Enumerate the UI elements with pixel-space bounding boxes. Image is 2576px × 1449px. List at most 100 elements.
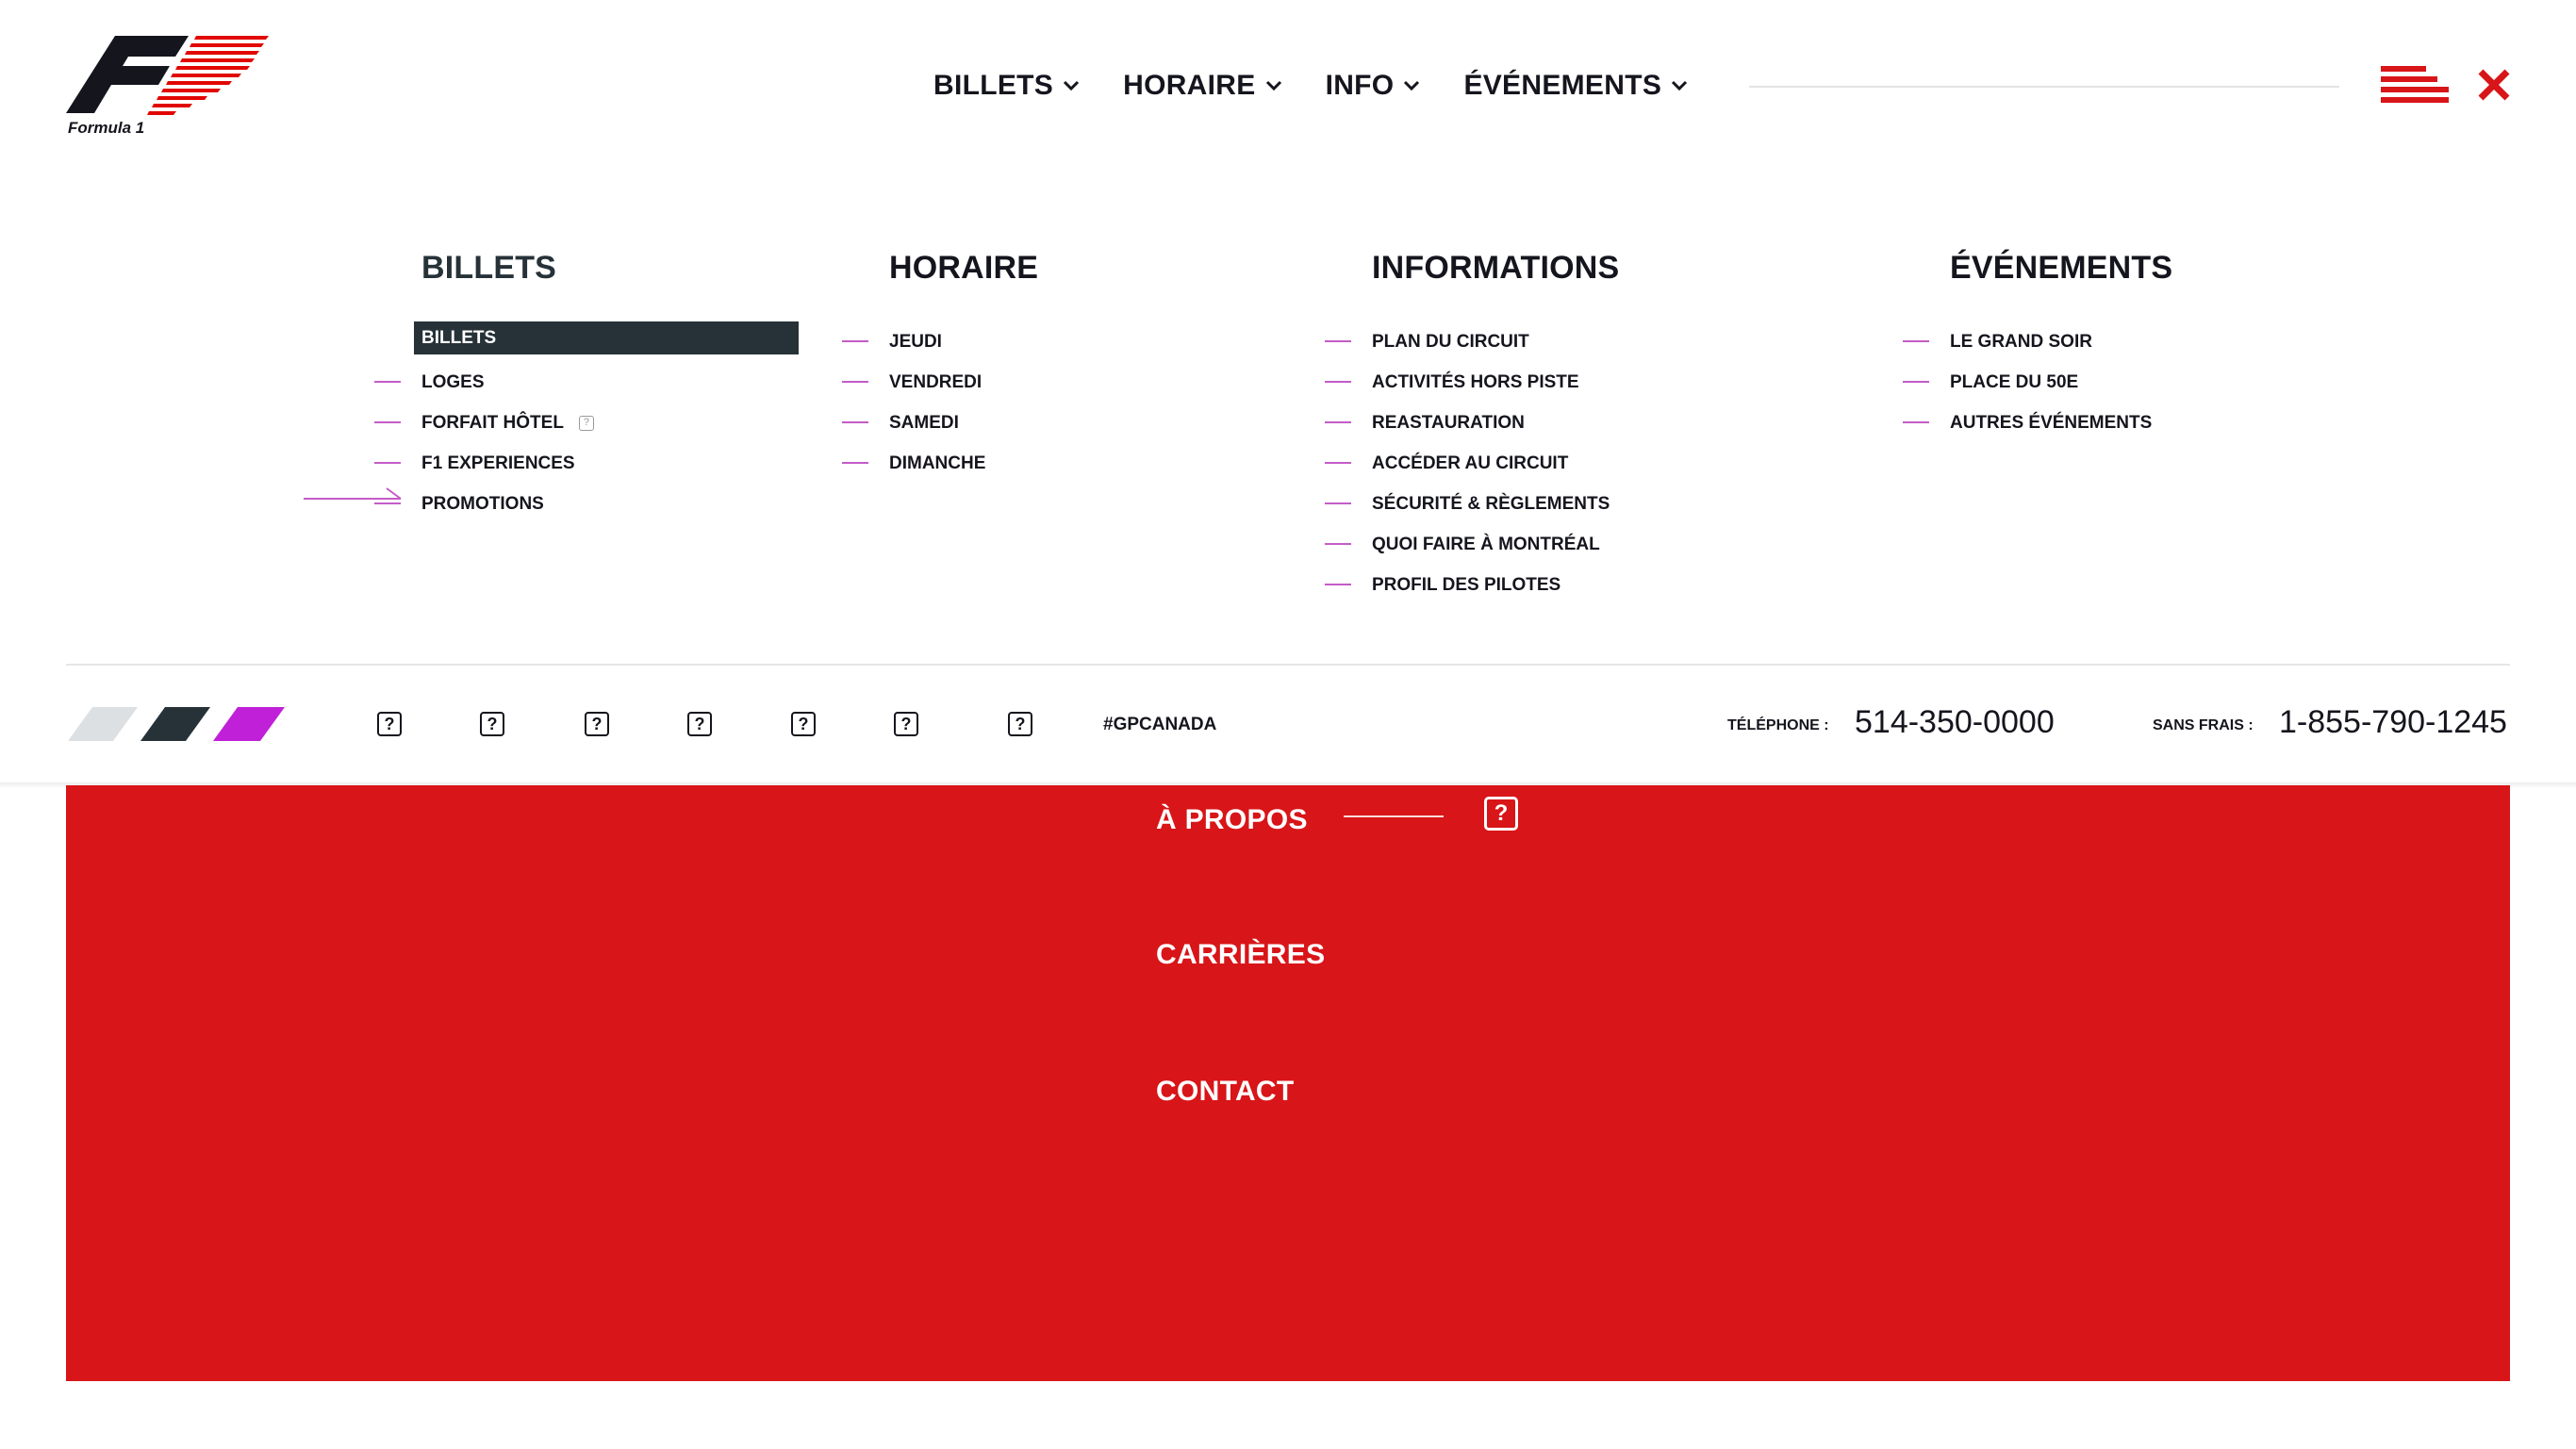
help-icon[interactable]: ? <box>1484 797 1518 831</box>
top-navigation: BILLETS HORAIRE INFO ÉVÉNEMENTS <box>933 66 1731 106</box>
dash-icon <box>1325 543 1351 545</box>
menu-item-f1-experiences[interactable]: F1 EXPERIENCES <box>374 443 799 484</box>
menu-item-label: AUTRES ÉVÉNEMENTS <box>1950 412 2153 433</box>
menu-item-label: FORFAIT HÔTEL <box>421 412 564 433</box>
search-input[interactable] <box>1749 86 2339 88</box>
menu-item-securite-reglements[interactable]: SÉCURITÉ & RÈGLEMENTS <box>1325 484 1619 524</box>
menu-item-label: ACTIVITÉS HORS PISTE <box>1372 371 1579 392</box>
link-carrieres[interactable]: CARRIÈRES <box>1156 939 1325 971</box>
menu-item-le-grand-soir[interactable]: LE GRAND SOIR <box>1903 321 2172 362</box>
tollfree-number[interactable]: 1-855-790-1245 <box>2279 704 2507 741</box>
nav-info[interactable]: INFO <box>1326 70 1423 102</box>
chevron-down-icon <box>1064 80 1080 91</box>
menu-item-label: SAMEDI <box>889 412 959 433</box>
menu-column-title: INFORMATIONS <box>1372 250 1620 286</box>
menu-item-promotions[interactable]: PROMOTIONS <box>374 484 799 524</box>
f1-logo[interactable]: Formula 1 <box>66 36 269 135</box>
dash-icon <box>1903 421 1929 423</box>
menu-item-label: VENDREDI <box>889 371 983 392</box>
menu-item-autres-evenements[interactable]: AUTRES ÉVÉNEMENTS <box>1903 403 2172 443</box>
tollfree-label: SANS FRAIS : <box>2153 717 2254 733</box>
social-icon-4[interactable]: ? <box>687 712 712 736</box>
link-underline <box>1344 815 1444 817</box>
dash-icon <box>1325 584 1351 585</box>
site-header: Formula 1 BILLETS HORAIRE INFO ÉVÉNEMENT… <box>0 0 2576 170</box>
dash-icon <box>1325 421 1351 423</box>
nav-evenements-label: ÉVÉNEMENTS <box>1463 70 1662 101</box>
dash-icon <box>1903 340 1929 342</box>
dash-icon <box>1325 340 1351 342</box>
menu-item-label: PLACE DU 50E <box>1950 371 2079 392</box>
dash-icon <box>842 462 868 464</box>
phone-number[interactable]: 514-350-0000 <box>1855 704 2055 741</box>
menu-item-label: JEUDI <box>889 331 942 352</box>
nav-billets-label: BILLETS <box>933 70 1054 101</box>
menu-column-billets: BILLETS BILLETS LOGES FORFAIT HÔTEL? F1 … <box>374 250 799 524</box>
menu-item-activites-hors-piste[interactable]: ACTIVITÉS HORS PISTE <box>1325 362 1619 403</box>
menu-column-informations: INFORMATIONS PLAN DU CIRCUIT ACTIVITÉS H… <box>1325 250 1620 605</box>
dash-icon <box>842 421 868 423</box>
dash-icon <box>1325 462 1351 464</box>
dash-icon <box>1903 381 1929 383</box>
menu-item-quoi-faire-a-montreal[interactable]: QUOI FAIRE À MONTRÉAL <box>1325 524 1619 565</box>
menu-item-label: LOGES <box>421 371 485 392</box>
close-icon[interactable] <box>2475 66 2513 104</box>
menu-item-label: ACCÉDER AU CIRCUIT <box>1372 453 1569 473</box>
help-icon: ? <box>578 415 594 431</box>
hamburger-menu-icon[interactable] <box>2381 66 2452 104</box>
social-icon-6[interactable]: ? <box>894 712 918 736</box>
menu-item-forfait-hotel[interactable]: FORFAIT HÔTEL? <box>374 403 799 443</box>
social-icon-7[interactable]: ? <box>1008 712 1032 736</box>
dash-icon <box>842 381 868 383</box>
menu-item-profil-des-pilotes[interactable]: PROFIL DES PILOTES <box>1325 565 1619 605</box>
chevron-down-icon <box>1672 80 1688 91</box>
menu-item-label: DIMANCHE <box>889 453 986 473</box>
social-icon-2[interactable]: ? <box>480 712 504 736</box>
logo-wordmark: Formula 1 <box>68 119 144 135</box>
menu-item-dimanche[interactable]: DIMANCHE <box>842 443 1038 484</box>
chevron-down-icon <box>1265 80 1281 91</box>
hashtag-link[interactable]: #GPCANADA <box>1103 715 1216 735</box>
nav-horaire[interactable]: HORAIRE <box>1123 70 1283 102</box>
menu-item-acceder-au-circuit[interactable]: ACCÉDER AU CIRCUIT <box>1325 443 1619 484</box>
nav-evenements[interactable]: ÉVÉNEMENTS <box>1463 70 1690 102</box>
nav-billets[interactable]: BILLETS <box>933 70 1082 102</box>
menu-item-label: PLAN DU CIRCUIT <box>1372 331 1529 352</box>
nav-horaire-label: HORAIRE <box>1123 70 1256 101</box>
nav-info-label: INFO <box>1325 70 1395 101</box>
menu-item-label: F1 EXPERIENCES <box>421 453 575 473</box>
link-contact[interactable]: CONTACT <box>1156 1076 1295 1108</box>
menu-item-vendredi[interactable]: VENDREDI <box>842 362 1038 403</box>
dash-icon <box>1325 502 1351 504</box>
menu-item-samedi[interactable]: SAMEDI <box>842 403 1038 443</box>
menu-item-label: QUOI FAIRE À MONTRÉAL <box>1372 534 1600 554</box>
menu-column-horaire: HORAIRE JEUDI VENDREDI SAMEDI DIMANCHE <box>842 250 1039 484</box>
dash-icon <box>374 381 401 383</box>
menu-divider <box>66 664 2510 666</box>
menu-item-jeudi[interactable]: JEUDI <box>842 321 1038 362</box>
menu-column-title: HORAIRE <box>889 250 1039 286</box>
phone-label: TÉLÉPHONE : <box>1727 717 1829 733</box>
menu-item-place-du-50e[interactable]: PLACE DU 50E <box>1903 362 2172 403</box>
dash-icon <box>1325 381 1351 383</box>
menu-item-label: SÉCURITÉ & RÈGLEMENTS <box>1372 493 1610 514</box>
social-icon-3[interactable]: ? <box>585 712 609 736</box>
chevron-down-icon <box>1404 80 1420 91</box>
mega-menu: BILLETS BILLETS LOGES FORFAIT HÔTEL? F1 … <box>0 170 2576 665</box>
red-content-panel: À PROPOS ? CARRIÈRES CONTACT <box>66 785 2510 1381</box>
dash-icon <box>374 502 401 504</box>
menu-item-restauration[interactable]: REASTAURATION <box>1325 403 1619 443</box>
menu-column-title: BILLETS <box>421 250 557 286</box>
social-icon-5[interactable]: ? <box>791 712 816 736</box>
link-a-propos[interactable]: À PROPOS <box>1156 804 1308 836</box>
social-icon-1[interactable]: ? <box>377 712 402 736</box>
menu-column-title: ÉVÉNEMENTS <box>1950 250 2173 286</box>
menu-item-billets[interactable]: BILLETS <box>414 321 799 354</box>
menu-item-label: BILLETS <box>421 327 497 348</box>
menu-item-label: PROMOTIONS <box>421 493 544 514</box>
menu-item-loges[interactable]: LOGES <box>374 362 799 403</box>
menu-item-label: PROFIL DES PILOTES <box>1372 574 1561 595</box>
menu-item-plan-du-circuit[interactable]: PLAN DU CIRCUIT <box>1325 321 1619 362</box>
dash-icon <box>842 340 868 342</box>
dash-icon <box>374 462 401 464</box>
